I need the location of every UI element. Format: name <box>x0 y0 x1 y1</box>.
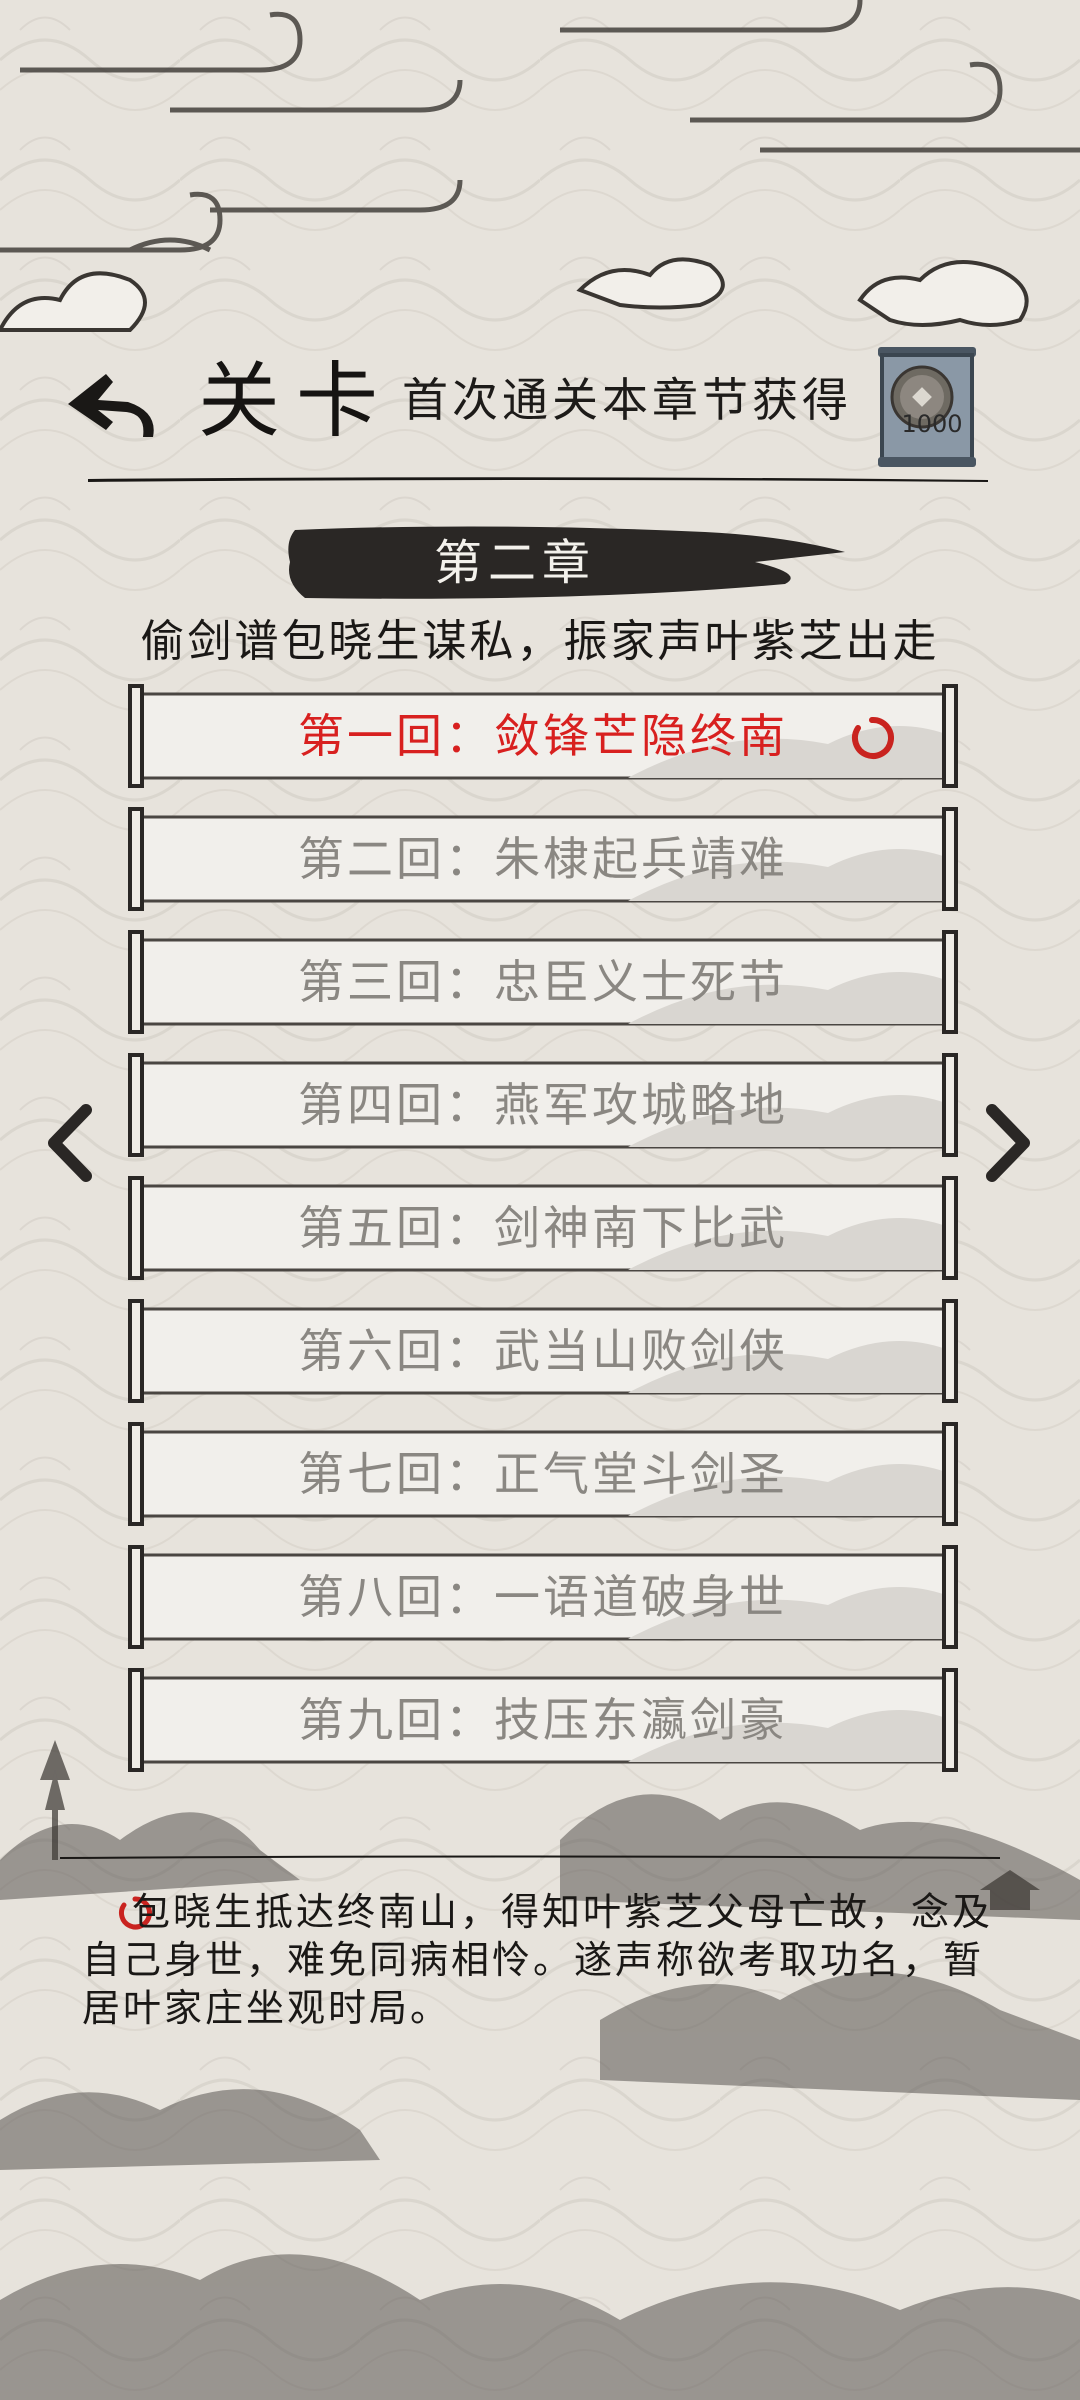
level-item-2[interactable]: 第二回：朱棣起兵靖难 <box>128 807 958 911</box>
chapter-name: 第二章 <box>433 535 596 591</box>
chapter-subtitle: 偷剑谱包晓生谋私，振家声叶紫芝出走 <box>140 616 940 667</box>
chevron-left-icon[interactable] <box>40 1098 100 1188</box>
level-item-4[interactable]: 第四回：燕军攻城略地 <box>128 1053 958 1157</box>
level-label: 第九回：技压东瀛剑豪 <box>298 1693 788 1747</box>
level-item-1[interactable]: 第一回：敛锋芒隐终南 <box>128 684 958 788</box>
coin-scroll-icon[interactable] <box>872 345 982 469</box>
level-label: 第八回：一语道破身世 <box>298 1570 788 1624</box>
reward-amount: 1000 <box>901 410 963 438</box>
level-label: 第六回：武当山败剑侠 <box>298 1324 788 1378</box>
current-level-marker-icon <box>851 716 894 759</box>
level-label: 第一回：敛锋芒隐终南 <box>298 709 788 763</box>
level-label: 第三回：忠臣义士死节 <box>298 955 788 1009</box>
level-item-6[interactable]: 第六回：武当山败剑侠 <box>128 1299 958 1403</box>
level-item-8[interactable]: 第八回：一语道破身世 <box>128 1545 958 1649</box>
level-list: 第一回：敛锋芒隐终南 第二回：朱棣起兵靖难 第三回：忠臣义士死节 第四回：燕军攻… <box>128 684 958 1791</box>
level-label: 第五回：剑神南下比武 <box>298 1201 788 1255</box>
level-item-3[interactable]: 第三回：忠臣义士死节 <box>128 930 958 1034</box>
header-divider <box>88 477 988 482</box>
reward-description: 首次通关本章节获得 <box>402 373 852 427</box>
chevron-right-icon[interactable] <box>978 1098 1038 1188</box>
level-item-7[interactable]: 第七回：正气堂斗剑圣 <box>128 1422 958 1526</box>
level-label: 第二回：朱棣起兵靖难 <box>298 832 788 886</box>
level-label: 第七回：正气堂斗剑圣 <box>298 1447 788 1501</box>
back-arrow-icon[interactable] <box>58 352 178 452</box>
level-label: 第四回：燕军攻城略地 <box>298 1078 788 1132</box>
description-divider <box>60 1855 1000 1859</box>
page-title: 关卡 <box>198 354 395 449</box>
level-description: 包晓生抵达终南山，得知叶紫芝父母亡故，念及自己身世，难免同病相怜。遂声称欲考取功… <box>82 1890 994 2030</box>
level-item-5[interactable]: 第五回：剑神南下比武 <box>128 1176 958 1280</box>
level-item-9[interactable]: 第九回：技压东瀛剑豪 <box>128 1668 958 1772</box>
